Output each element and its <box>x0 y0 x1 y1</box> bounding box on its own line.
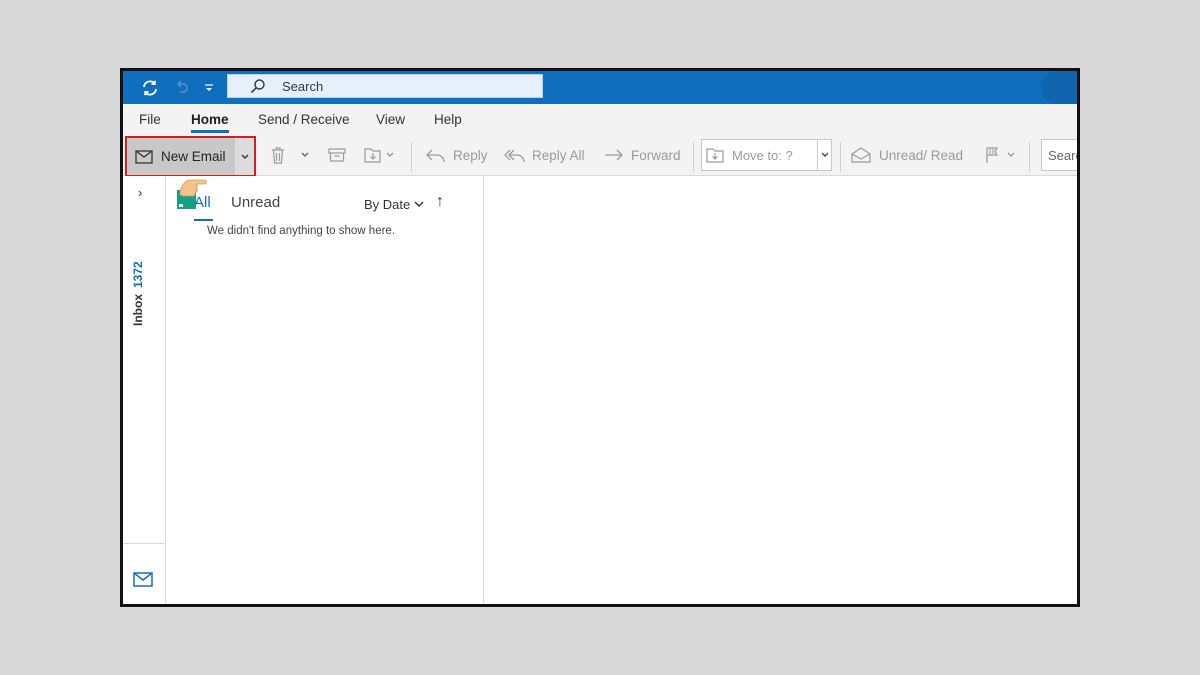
archive-button[interactable] <box>328 142 346 168</box>
sort-by-date[interactable]: By Date <box>364 197 424 212</box>
tab-file[interactable]: File <box>139 112 161 127</box>
reply-label: Reply <box>453 147 488 163</box>
new-email-dropdown[interactable] <box>235 138 254 175</box>
chevron-down-icon <box>301 152 309 157</box>
empty-list-message: We didn't find anything to show here. <box>207 225 396 237</box>
undo-icon[interactable] <box>171 77 191 98</box>
move-to-quickstep[interactable]: Move to: ? <box>701 139 832 171</box>
expand-folders-icon[interactable]: › <box>138 185 142 200</box>
move-folder-icon <box>364 148 381 163</box>
tab-help[interactable]: Help <box>434 112 462 127</box>
archive-icon <box>328 148 346 162</box>
flag-button[interactable] <box>985 142 1015 168</box>
ribbon-toolbar: New Email Reply Reply All Forward Move t… <box>123 134 1077 177</box>
trash-icon <box>272 147 284 164</box>
message-list: All Unread By Date ↑ We didn't find anyt… <box>166 176 484 604</box>
mail-icon[interactable] <box>133 572 153 590</box>
move-to-dropdown[interactable] <box>817 140 831 170</box>
tab-view[interactable]: View <box>376 112 405 127</box>
title-bar: Search <box>123 71 1077 104</box>
forward-label: Forward <box>631 147 681 163</box>
chevron-down-icon <box>821 152 828 157</box>
account-avatar[interactable] <box>1041 71 1077 104</box>
folder-rail: › Inbox 1372 <box>123 176 166 604</box>
ribbon-tabs: File Home Send / Receive View Help <box>123 104 1077 134</box>
reading-pane <box>485 176 1077 604</box>
sort-label: By Date <box>364 197 411 212</box>
inbox-folder[interactable]: Inbox 1372 <box>131 261 145 326</box>
new-email-button[interactable]: New Email <box>127 138 235 175</box>
flag-icon <box>986 147 999 163</box>
tab-send-receive[interactable]: Send / Receive <box>258 112 350 127</box>
new-email-highlight: New Email <box>125 136 256 177</box>
sort-direction-icon[interactable]: ↑ <box>436 193 444 211</box>
pointer-hand-icon <box>174 176 210 213</box>
outlook-window: Search File Home Send / Receive View Hel… <box>120 68 1080 607</box>
search-people-label: Search <box>1048 147 1077 163</box>
search-box[interactable]: Search <box>227 74 543 98</box>
ribbon-separator <box>1029 142 1030 172</box>
chevron-down-icon <box>1007 152 1015 157</box>
unread-read-label: Unread/ Read <box>879 147 964 163</box>
reply-all-button[interactable]: Reply All <box>504 142 585 168</box>
inbox-label: Inbox <box>131 294 145 326</box>
reply-all-icon <box>504 149 525 163</box>
unread-read-button[interactable]: Unread/ Read <box>851 142 963 168</box>
tab-home[interactable]: Home <box>191 112 229 133</box>
chevron-down-icon <box>414 201 424 207</box>
move-to-icon <box>706 148 724 163</box>
ribbon-separator <box>411 142 412 172</box>
chevron-down-icon <box>241 154 248 159</box>
envelope-icon <box>135 149 153 164</box>
move-to-label: Move to: ? <box>732 147 793 163</box>
chevron-down-icon <box>386 152 394 157</box>
customize-toolbar-icon[interactable] <box>201 77 217 98</box>
reply-button[interactable]: Reply <box>425 142 488 168</box>
search-placeholder: Search <box>282 78 324 94</box>
forward-icon <box>605 149 623 161</box>
forward-button[interactable]: Forward <box>603 142 681 168</box>
reply-all-label: Reply All <box>532 147 585 163</box>
filter-unread[interactable]: Unread <box>231 194 280 211</box>
move-button[interactable] <box>364 142 394 168</box>
open-envelope-icon <box>851 147 871 163</box>
search-people-input[interactable]: Search <box>1041 139 1077 171</box>
delete-dropdown[interactable] <box>301 142 309 168</box>
nav-bar <box>123 543 166 604</box>
sync-icon[interactable] <box>139 77 161 98</box>
delete-button[interactable] <box>270 142 286 168</box>
ribbon-separator <box>840 142 841 172</box>
ribbon-separator <box>693 142 694 172</box>
new-email-label: New Email <box>161 149 226 164</box>
inbox-count: 1372 <box>131 261 145 288</box>
reply-icon <box>426 149 445 163</box>
search-icon <box>250 78 266 94</box>
